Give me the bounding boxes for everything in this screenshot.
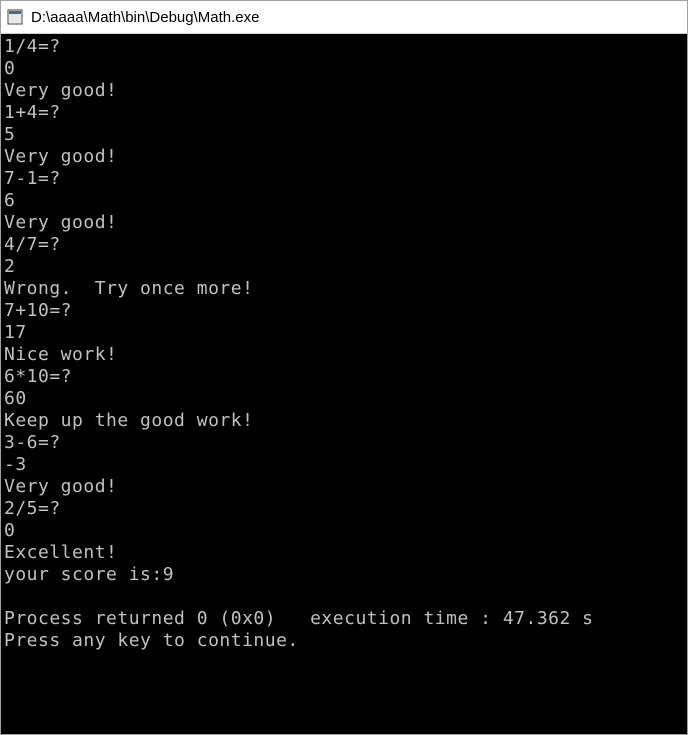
console-output[interactable]: 1/4=?0Very good!1+4=?5Very good!7-1=?6Ve… [1,34,687,734]
console-line: Process returned 0 (0x0) execution time … [4,608,684,630]
console-line: Nice work! [4,344,684,366]
titlebar[interactable]: D:\aaaa\Math\bin\Debug\Math.exe [1,1,687,34]
console-line: 0 [4,58,684,80]
console-line [4,586,684,608]
console-line: 17 [4,322,684,344]
console-line: 0 [4,520,684,542]
app-icon [7,9,23,25]
console-line: 6*10=? [4,366,684,388]
window-title: D:\aaaa\Math\bin\Debug\Math.exe [31,9,259,26]
console-line [4,652,684,674]
console-line: Very good! [4,80,684,102]
console-line: 7-1=? [4,168,684,190]
console-line: Very good! [4,146,684,168]
console-line: Excellent! [4,542,684,564]
console-line: 7+10=? [4,300,684,322]
console-line: 2/5=? [4,498,684,520]
console-line: Press any key to continue. [4,630,684,652]
console-line: 6 [4,190,684,212]
console-line: Wrong. Try once more! [4,278,684,300]
console-line: 4/7=? [4,234,684,256]
console-line: 3-6=? [4,432,684,454]
console-line: Very good! [4,212,684,234]
console-line: Keep up the good work! [4,410,684,432]
console-line: 1+4=? [4,102,684,124]
console-window: D:\aaaa\Math\bin\Debug\Math.exe 1/4=?0Ve… [0,0,688,735]
console-line: 5 [4,124,684,146]
console-line: -3 [4,454,684,476]
console-line: 1/4=? [4,36,684,58]
console-line: 60 [4,388,684,410]
console-line: Very good! [4,476,684,498]
console-line: 2 [4,256,684,278]
console-line: your score is:9 [4,564,684,586]
